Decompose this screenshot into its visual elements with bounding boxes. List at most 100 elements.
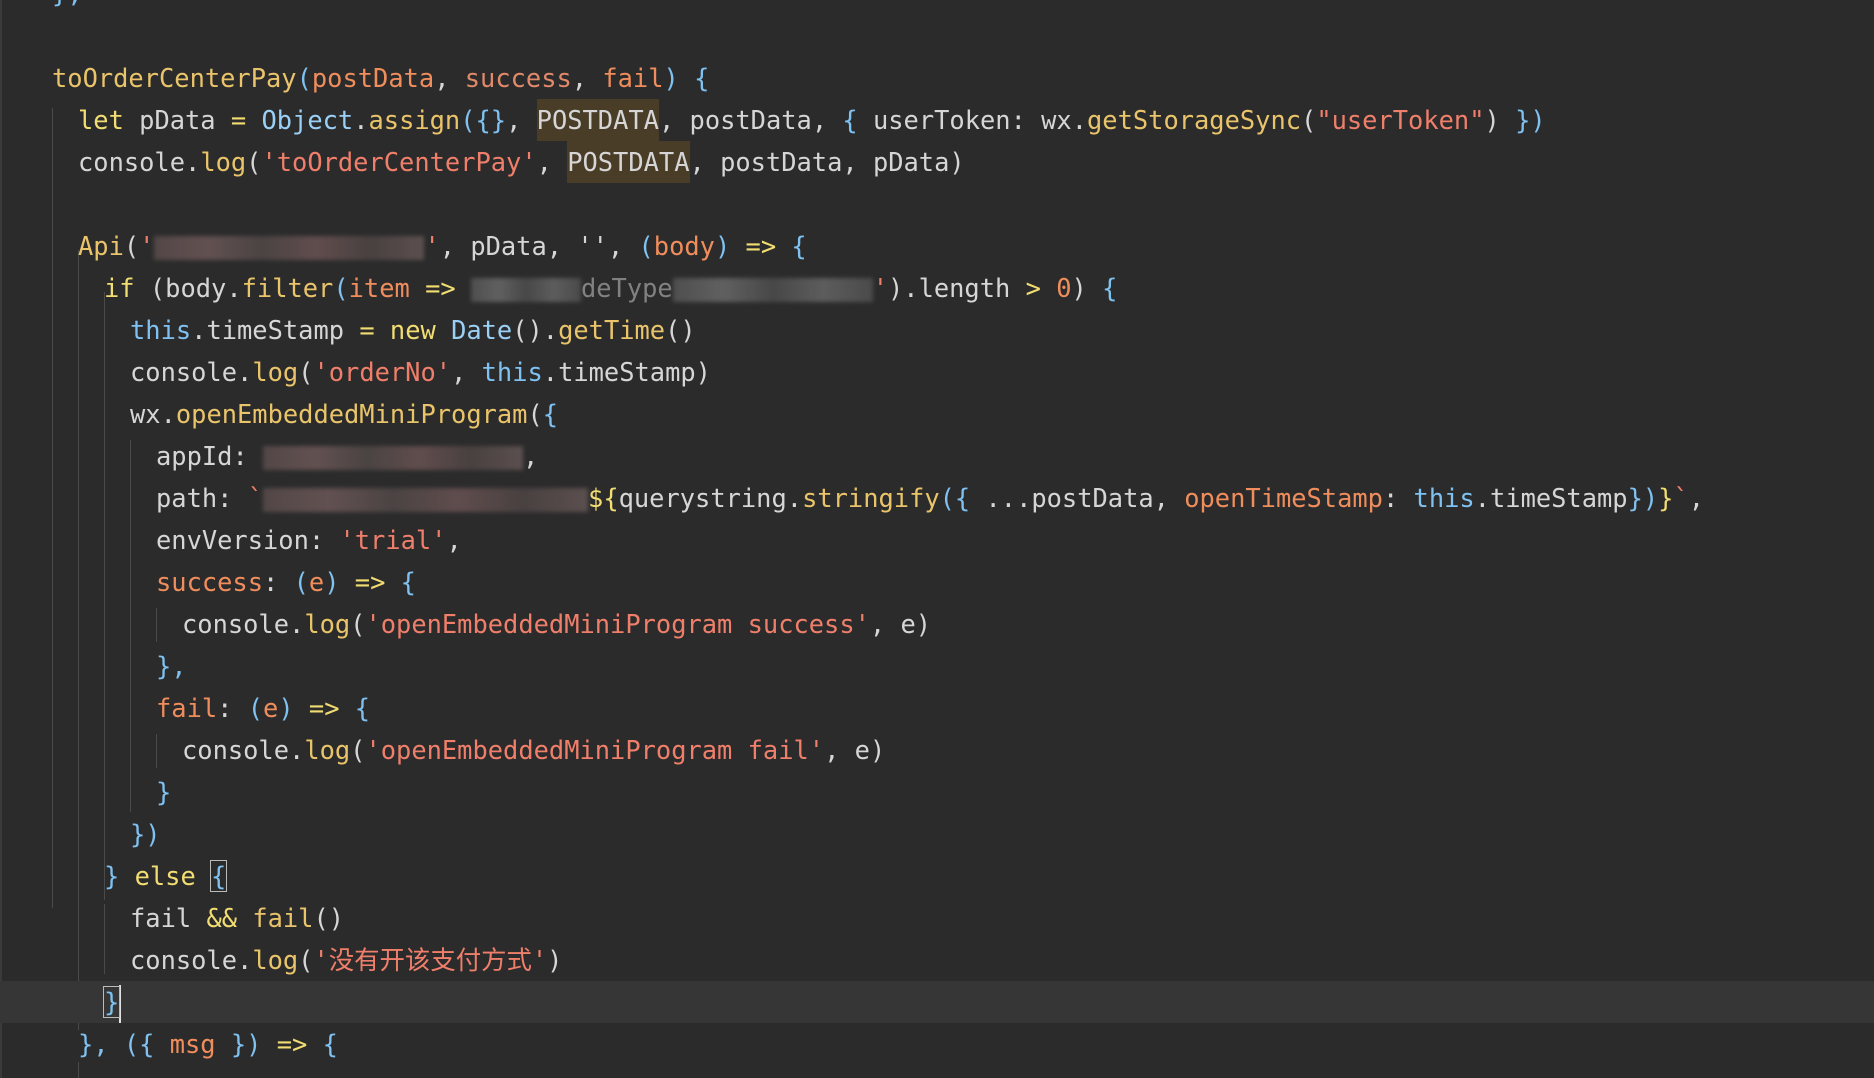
keyword-this: this — [481, 357, 543, 387]
paren: ( — [527, 399, 543, 429]
comma: , — [571, 63, 603, 93]
paren: ( — [298, 945, 314, 975]
paren: ) — [1484, 105, 1516, 135]
code-line[interactable]: if (body.filter(item => deType ').length … — [52, 267, 1874, 309]
param-success: success — [464, 63, 572, 93]
paren: ( — [350, 609, 366, 639]
ident-wx: wx — [1041, 105, 1072, 135]
code-line[interactable]: Api(' ', pData, '', (body) => { — [52, 225, 1874, 267]
brace: }) — [1515, 105, 1546, 135]
paren: ) — [1071, 273, 1087, 303]
comma: , — [439, 231, 471, 261]
brace: }, ({ — [78, 1029, 170, 1059]
paren: ) — [869, 735, 886, 765]
param-postdata: postData — [311, 63, 435, 93]
arrow-op: => — [276, 1029, 308, 1059]
string-literal: 'orderNo' — [313, 357, 452, 387]
code-line[interactable]: console.log('orderNo', this.timeStamp) — [52, 351, 1874, 393]
partial-text: deType — [580, 273, 673, 303]
dot: . — [191, 315, 207, 345]
code-line[interactable]: appId: , — [52, 435, 1874, 477]
code-line[interactable]: wx.openEmbeddedMiniProgram({ — [52, 393, 1874, 435]
ident-wx: wx — [130, 399, 161, 429]
code-line[interactable]: fail && fail() — [52, 897, 1874, 939]
op-assign: = — [359, 315, 375, 345]
function-api: Api — [78, 231, 124, 261]
keyword-this: this — [1413, 483, 1475, 513]
param-e: e — [308, 567, 325, 597]
paren: () — [313, 903, 345, 933]
closing-brace: }, — [52, 0, 83, 8]
ident-console: console — [78, 147, 186, 177]
arrow-op: => — [425, 273, 456, 303]
op-and: && — [206, 903, 238, 933]
code-line[interactable]: envVersion: 'trial', — [52, 519, 1874, 561]
code-line[interactable]: toOrderCenterPay(postData, success, fail… — [52, 57, 1874, 99]
code-line[interactable]: }, — [52, 645, 1874, 687]
paren: ({ — [939, 483, 986, 513]
closing-brace: } — [156, 777, 172, 807]
method-log: log — [252, 357, 299, 387]
string-literal: 'openEmbeddedMiniProgram success' — [365, 609, 870, 639]
code-line[interactable]: console.log('toOrderCenterPay', POSTDATA… — [52, 141, 1874, 183]
arrow-op: => — [745, 231, 777, 261]
brace: }) — [1627, 483, 1659, 513]
args: pData, '', — [470, 231, 639, 261]
dot: . — [226, 273, 242, 303]
string-literal: 'openEmbeddedMiniProgram fail' — [365, 735, 825, 765]
keyword-let: let — [78, 105, 124, 135]
paren: ( — [350, 735, 366, 765]
code-line[interactable]: }, — [52, 0, 1874, 14]
dot: . — [289, 735, 305, 765]
code-editor[interactable]: }, toOrderCenterPay(postData, success, f… — [0, 0, 1874, 1078]
key-fail: fail — [156, 693, 218, 723]
code-line[interactable]: let pData = Object.assign({}, POSTDATA, … — [52, 99, 1874, 141]
keyword-else: else — [134, 861, 196, 891]
dot: . — [1474, 483, 1490, 513]
brace: { — [542, 399, 559, 429]
brace: { — [354, 693, 371, 723]
matched-brace: { — [210, 860, 228, 892]
dot: . — [1071, 105, 1088, 135]
code-line[interactable]: console.log('没有开该支付方式') — [52, 939, 1874, 981]
code-line[interactable]: console.log('openEmbeddedMiniProgram suc… — [52, 603, 1874, 645]
code-line[interactable]: fail: (e) => { — [52, 687, 1874, 729]
comma: , — [1153, 483, 1185, 513]
template-tick: ` — [247, 483, 264, 513]
paren: ) — [915, 609, 932, 639]
code-line[interactable]: this.timeStamp = new Date().getTime() — [52, 309, 1874, 351]
code-line[interactable]: }) — [52, 813, 1874, 855]
paren: ( — [333, 273, 349, 303]
dot: . — [237, 357, 253, 387]
args: postData, pData) — [720, 147, 965, 177]
template-tick: ` — [1673, 483, 1689, 513]
colon: : — [1382, 483, 1414, 513]
string-quote: ' — [872, 273, 888, 303]
comma: , — [658, 105, 690, 135]
spread-postdata: ...postData — [985, 483, 1154, 513]
brace: }) — [215, 1029, 262, 1059]
paren: (). — [512, 315, 559, 345]
method-filter: filter — [241, 273, 334, 303]
paren: ( — [638, 231, 654, 261]
key-path: path — [156, 483, 218, 513]
code-line[interactable]: } — [52, 771, 1874, 813]
current-line[interactable]: } — [0, 981, 1874, 1023]
code-line[interactable]: path: ` ${querystring.stringify({ ...post… — [52, 477, 1874, 519]
arrow-op: => — [354, 567, 386, 597]
arg-e: e — [854, 735, 870, 765]
paren: ) — [714, 231, 731, 261]
var-pdata: pData — [139, 105, 216, 135]
prop-timestamp: timeStamp — [206, 315, 345, 345]
code-line[interactable]: console.log('openEmbeddedMiniProgram fai… — [52, 729, 1874, 771]
string-usertoken: "userToken" — [1316, 105, 1485, 135]
string-quote: ' — [424, 231, 440, 261]
code-line[interactable]: } else { — [52, 855, 1874, 897]
code-line[interactable]: success: (e) => { — [52, 561, 1874, 603]
paren: ) — [887, 273, 904, 303]
function-name: toOrderCenterPay — [52, 63, 297, 93]
code-line[interactable]: }, ({ msg }) => { — [52, 1023, 1874, 1065]
param-e: e — [263, 693, 279, 723]
key-appid: appId — [156, 441, 233, 471]
